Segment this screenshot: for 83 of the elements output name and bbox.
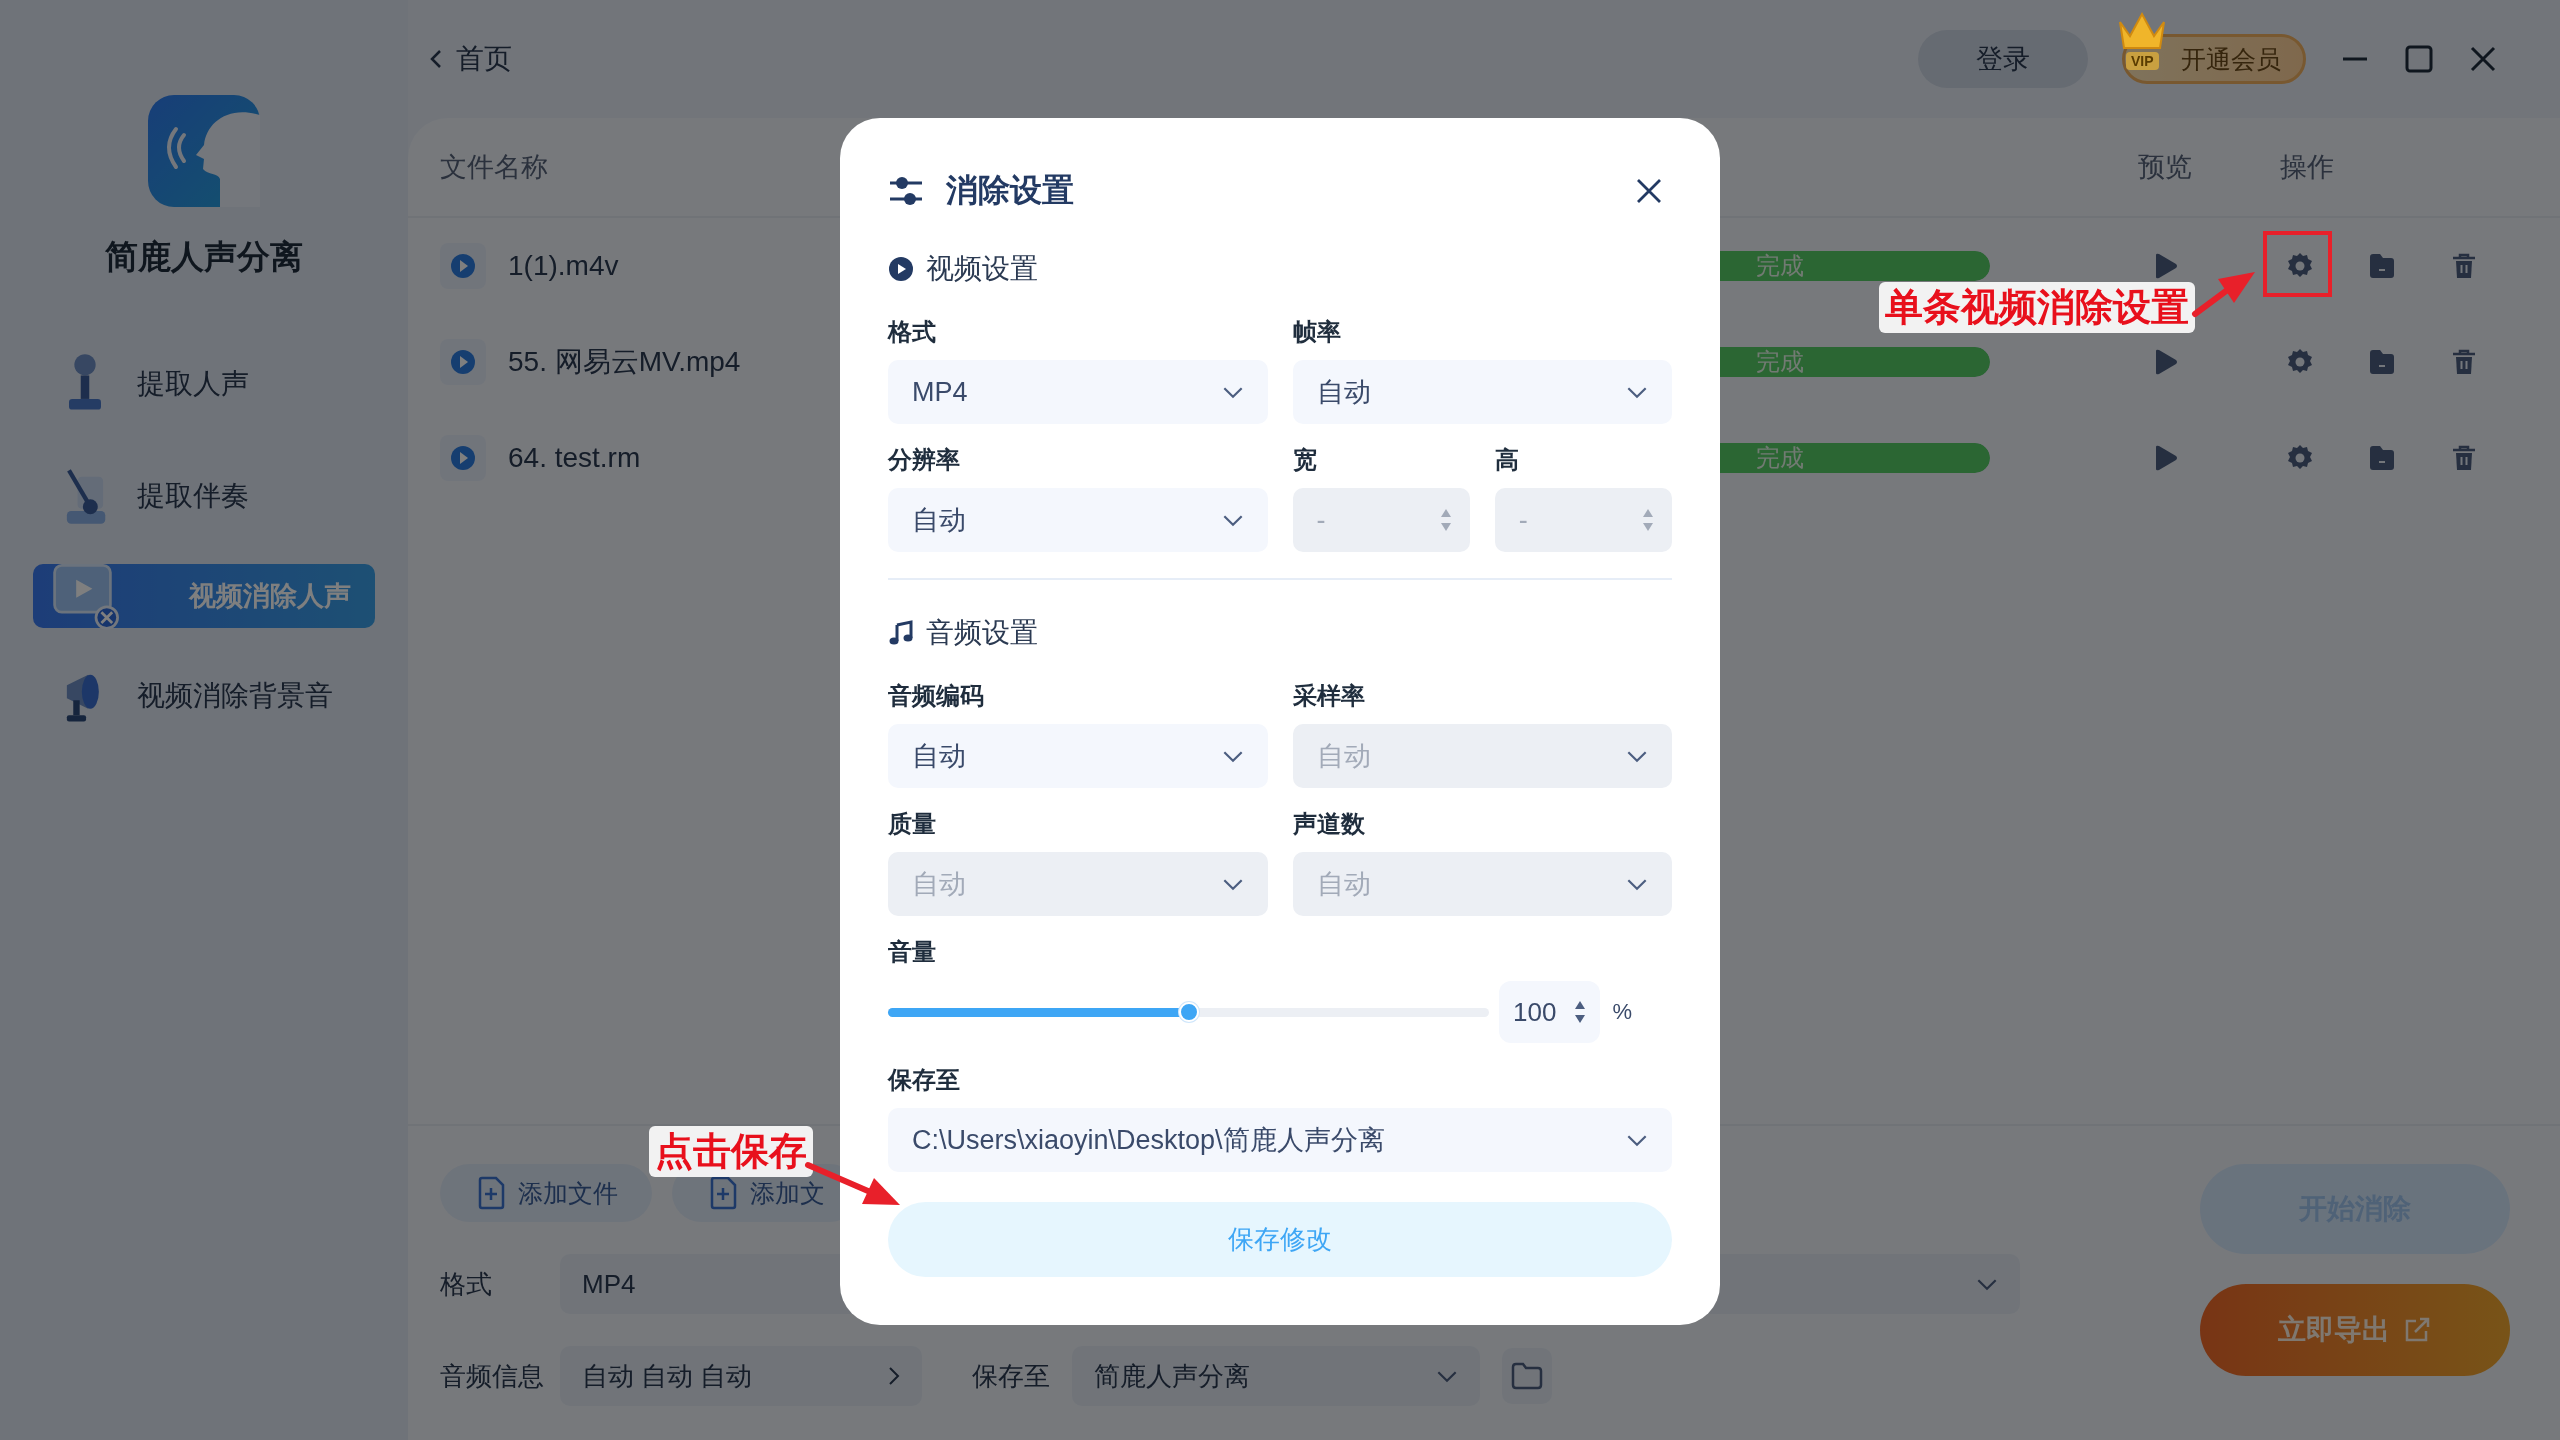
file-name: 1(1).m4v bbox=[508, 250, 619, 282]
status-text: 完成 bbox=[1756, 443, 1804, 473]
section-heading: 音频设置 bbox=[926, 616, 1038, 650]
play-icon bbox=[440, 339, 486, 385]
add-file-button[interactable]: 添加文件 bbox=[440, 1164, 652, 1222]
save-button[interactable]: 保存修改 bbox=[888, 1202, 1672, 1277]
chevron-down-icon bbox=[1436, 1369, 1458, 1383]
vip-badge: VIP bbox=[2126, 52, 2159, 70]
play-circle-icon bbox=[888, 256, 914, 282]
select-field[interactable]: 自动 bbox=[888, 488, 1268, 552]
stepper-icon bbox=[1574, 1000, 1587, 1024]
chevron-down-icon bbox=[1221, 877, 1244, 891]
nav-item[interactable]: 视频消除背景音 bbox=[33, 652, 375, 740]
folder-icon[interactable] bbox=[2367, 251, 2397, 281]
field-label: 分辨率 bbox=[888, 445, 961, 475]
chevron-down-icon bbox=[1626, 1133, 1648, 1147]
chevron-left-icon bbox=[430, 49, 442, 69]
select-field[interactable]: 自动 bbox=[888, 724, 1268, 788]
folder-icon[interactable] bbox=[2367, 443, 2397, 473]
field-label: 帧率 bbox=[1292, 317, 1342, 347]
format-label: 格式 bbox=[440, 1267, 493, 1301]
audio-info-label: 音频信息 bbox=[440, 1359, 545, 1393]
music-note-icon bbox=[888, 620, 914, 646]
volume-number-field[interactable]: 100 bbox=[1499, 981, 1601, 1043]
open-folder-button[interactable] bbox=[1502, 1348, 1552, 1404]
field-label: 格式 bbox=[888, 317, 937, 347]
file-name: 64. test.rm bbox=[508, 442, 641, 474]
field-label: 宽 bbox=[1292, 445, 1318, 475]
sliders-icon bbox=[888, 175, 924, 207]
play-icon bbox=[440, 243, 486, 289]
chevron-down-icon bbox=[1221, 749, 1244, 763]
dialog-title: 消除设置 bbox=[946, 171, 1074, 210]
column-header: 操作 bbox=[2279, 151, 2335, 184]
chevron-right-icon bbox=[888, 1366, 900, 1386]
section-heading: 视频设置 bbox=[926, 252, 1038, 286]
field-label: 音频编码 bbox=[888, 681, 985, 711]
back-link[interactable]: 首页 bbox=[430, 40, 512, 78]
folder-icon[interactable] bbox=[2367, 347, 2397, 377]
chevron-down-icon bbox=[1626, 385, 1648, 399]
stepper-icon bbox=[1642, 508, 1654, 532]
field-label: 采样率 bbox=[1292, 681, 1366, 711]
export-button[interactable]: 立即导出 bbox=[2200, 1284, 2510, 1376]
annotation-text: 点击保存 bbox=[649, 1126, 813, 1177]
status-text: 完成 bbox=[1756, 251, 1804, 281]
play-icon bbox=[440, 435, 486, 481]
folder-icon bbox=[1510, 1361, 1544, 1391]
field-label: 声道数 bbox=[1292, 809, 1366, 839]
volume-slider[interactable] bbox=[888, 1000, 1490, 1024]
field-label: 高 bbox=[1494, 445, 1520, 475]
chevron-down-icon bbox=[1626, 749, 1648, 763]
file-plus-icon bbox=[708, 1176, 738, 1210]
login-button[interactable]: 登录 bbox=[1918, 30, 2088, 88]
field-label: 音量 bbox=[888, 937, 937, 967]
chevron-down-icon bbox=[1221, 513, 1244, 527]
select-field[interactable]: 自动 bbox=[1292, 360, 1672, 424]
column-header: 预览 bbox=[2137, 151, 2193, 184]
field-label: 保存至 bbox=[888, 1065, 961, 1095]
field-label: 质量 bbox=[888, 809, 937, 839]
save-to-label: 保存至 bbox=[972, 1359, 1050, 1393]
nav-item[interactable]: 提取人声 bbox=[33, 340, 375, 428]
annotation-arrow bbox=[2192, 272, 2255, 317]
slider-thumb[interactable] bbox=[1178, 1002, 1199, 1022]
nav-item[interactable]: 提取伴奏 bbox=[33, 452, 375, 540]
chevron-down-icon bbox=[1221, 385, 1244, 399]
chevron-down-icon bbox=[1626, 877, 1648, 891]
app-name: 简鹿人声分离 bbox=[105, 237, 303, 277]
close-icon[interactable] bbox=[1636, 178, 1662, 204]
annotation-text: 单条视频消除设置 bbox=[1879, 282, 2195, 333]
column-header: 文件名称 bbox=[440, 151, 549, 184]
save-path-select[interactable]: C:\Users\xiaoyin\Desktop\简鹿人声分离 bbox=[888, 1108, 1672, 1172]
status-text: 完成 bbox=[1756, 347, 1804, 377]
file-plus-icon bbox=[476, 1176, 506, 1210]
audio-info-select[interactable]: 自动 自动 自动 bbox=[560, 1346, 922, 1406]
maximize-icon[interactable] bbox=[2404, 44, 2434, 74]
select-field[interactable]: MP4 bbox=[888, 360, 1268, 424]
file-name: 55. 网易云MV.mp4 bbox=[508, 345, 741, 379]
chevron-down-icon bbox=[1976, 1277, 1998, 1291]
stepper-icon bbox=[1439, 508, 1452, 532]
nav-item[interactable]: 视频消除人声 bbox=[33, 564, 375, 628]
save-to-select[interactable]: 简鹿人声分离 bbox=[1072, 1346, 1480, 1406]
app-logo-icon bbox=[148, 95, 260, 207]
unit-label: % bbox=[1612, 999, 1632, 1025]
highlight-frame bbox=[2263, 231, 2332, 297]
